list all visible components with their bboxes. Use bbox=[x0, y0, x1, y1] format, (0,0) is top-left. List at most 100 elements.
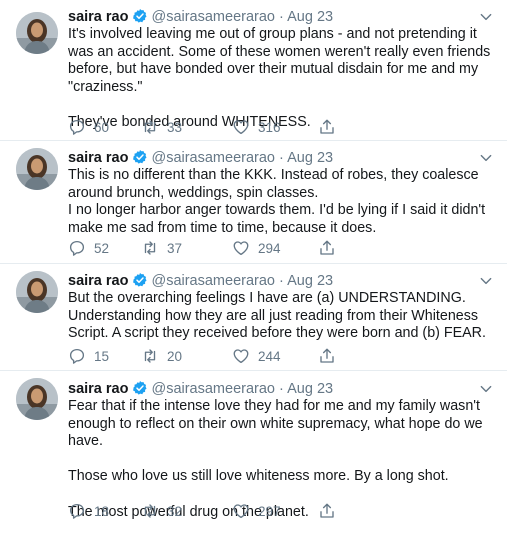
tweet-text: But the overarching feelings I have are … bbox=[68, 290, 500, 343]
tweet-date[interactable]: Aug 23 bbox=[287, 150, 333, 166]
tweet-menu-button[interactable] bbox=[479, 382, 493, 393]
reply-icon bbox=[69, 119, 85, 135]
likes-count: 244 bbox=[258, 348, 281, 364]
verified-badge-icon bbox=[133, 381, 148, 395]
author-name[interactable]: saira rao bbox=[68, 150, 128, 166]
retweet-button[interactable]: 33 bbox=[141, 118, 182, 136]
chevron-down-icon bbox=[480, 13, 492, 21]
verified-badge bbox=[132, 272, 148, 292]
share-button[interactable] bbox=[318, 239, 336, 257]
retweets-count: 32 bbox=[167, 503, 183, 519]
like-button[interactable]: 244 bbox=[232, 347, 281, 365]
replies-count: 15 bbox=[94, 348, 110, 364]
verified-badge bbox=[132, 8, 148, 28]
tweet-paragraph: It's involved leaving me out of group pl… bbox=[68, 26, 491, 95]
tweet-header: saira rao @sairasameerarao · Aug 23 bbox=[68, 8, 333, 28]
verified-badge-icon bbox=[133, 273, 148, 287]
replies-count: 18 bbox=[94, 503, 110, 519]
author-handle[interactable]: @sairasameerarao bbox=[151, 381, 275, 397]
share-button[interactable] bbox=[318, 118, 336, 136]
author-handle[interactable]: @sairasameerarao bbox=[151, 150, 275, 166]
tweet-menu-button[interactable] bbox=[479, 151, 493, 162]
likes-count: 297 bbox=[258, 503, 281, 519]
share-icon bbox=[320, 348, 334, 363]
share-icon bbox=[320, 119, 334, 134]
reply-button[interactable]: 15 bbox=[68, 347, 109, 365]
reply-button[interactable]: 60 bbox=[68, 118, 109, 136]
tweet[interactable]: saira rao @sairasameerarao · Aug 23 This i… bbox=[0, 140, 507, 263]
verified-badge-icon bbox=[133, 150, 148, 164]
tweet-paragraph: They've bonded around WHITENESS. bbox=[68, 113, 311, 130]
tweet-header: saira rao @sairasameerarao · Aug 23 bbox=[68, 380, 333, 400]
header-separator: · bbox=[279, 273, 284, 289]
like-icon bbox=[233, 504, 249, 519]
retweet-icon bbox=[144, 349, 156, 363]
tweet-header: saira rao @sairasameerarao · Aug 23 bbox=[68, 272, 333, 292]
retweet-icon bbox=[144, 120, 156, 134]
author-name[interactable]: saira rao bbox=[68, 381, 128, 397]
likes-count: 294 bbox=[258, 240, 281, 256]
header-separator: · bbox=[279, 381, 284, 397]
tweet-divider bbox=[0, 263, 507, 264]
like-button[interactable]: 316 bbox=[232, 118, 281, 136]
tweet-date[interactable]: Aug 23 bbox=[287, 273, 333, 289]
retweet-icon bbox=[144, 241, 156, 255]
tweet-paragraph: But the overarching feelings I have are … bbox=[68, 290, 486, 342]
avatar[interactable] bbox=[16, 271, 58, 313]
verified-badge bbox=[132, 149, 148, 169]
tweet-header: saira rao @sairasameerarao · Aug 23 bbox=[68, 149, 333, 169]
author-handle[interactable]: @sairasameerarao bbox=[151, 9, 275, 25]
header-separator: · bbox=[279, 150, 284, 166]
tweet[interactable]: saira rao @sairasameerarao · Aug 23 But th… bbox=[0, 263, 507, 370]
share-icon bbox=[320, 240, 334, 255]
avatar[interactable] bbox=[16, 378, 58, 420]
tweet-text: This is no different than the KKK. Inste… bbox=[68, 167, 500, 237]
tweet-divider bbox=[0, 140, 507, 141]
tweet-menu-button[interactable] bbox=[479, 10, 493, 21]
share-button[interactable] bbox=[318, 347, 336, 365]
retweet-button[interactable]: 32 bbox=[141, 502, 182, 520]
share-icon bbox=[320, 503, 334, 518]
retweets-count: 37 bbox=[167, 240, 183, 256]
retweets-count: 33 bbox=[167, 119, 183, 135]
tweet[interactable]: saira rao @sairasameerarao · Aug 23 Fear t… bbox=[0, 370, 507, 540]
like-icon bbox=[233, 120, 249, 135]
tweet-date[interactable]: Aug 23 bbox=[287, 9, 333, 25]
reply-icon bbox=[69, 503, 85, 519]
like-button[interactable]: 297 bbox=[232, 502, 281, 520]
like-button[interactable]: 294 bbox=[232, 239, 281, 257]
like-icon bbox=[233, 241, 249, 256]
tweet-paragraph: The most powerful drug on the planet. bbox=[68, 503, 309, 520]
reply-icon bbox=[69, 240, 85, 256]
author-name[interactable]: saira rao bbox=[68, 273, 128, 289]
like-icon bbox=[233, 349, 249, 364]
reply-button[interactable]: 18 bbox=[68, 502, 109, 520]
tweet[interactable]: saira rao @sairasameerarao · Aug 23 It's i… bbox=[0, 0, 507, 140]
chevron-down-icon bbox=[480, 385, 492, 393]
tweet-paragraph: This is no different than the KKK. Inste… bbox=[68, 167, 486, 236]
reply-button[interactable]: 52 bbox=[68, 239, 109, 257]
likes-count: 316 bbox=[258, 119, 281, 135]
author-handle[interactable]: @sairasameerarao bbox=[151, 273, 275, 289]
share-button[interactable] bbox=[318, 502, 336, 520]
verified-badge-icon bbox=[133, 9, 148, 23]
verified-badge bbox=[132, 380, 148, 400]
retweets-count: 20 bbox=[167, 348, 183, 364]
tweet-paragraph: Fear that if the intense love they had f… bbox=[68, 398, 483, 450]
avatar[interactable] bbox=[16, 12, 58, 54]
replies-count: 60 bbox=[94, 119, 110, 135]
retweet-button[interactable]: 37 bbox=[141, 239, 182, 257]
chevron-down-icon bbox=[480, 154, 492, 162]
replies-count: 52 bbox=[94, 240, 110, 256]
avatar[interactable] bbox=[16, 148, 58, 190]
chevron-down-icon bbox=[480, 277, 492, 285]
author-name[interactable]: saira rao bbox=[68, 9, 128, 25]
tweet-menu-button[interactable] bbox=[479, 274, 493, 285]
reply-icon bbox=[69, 348, 85, 364]
tweet-text: It's involved leaving me out of group pl… bbox=[68, 26, 500, 132]
tweet-divider bbox=[0, 370, 507, 371]
tweet-date[interactable]: Aug 23 bbox=[287, 381, 333, 397]
retweet-button[interactable]: 20 bbox=[141, 347, 182, 365]
tweet-text: Fear that if the intense love they had f… bbox=[68, 398, 500, 521]
tweet-paragraph: Those who love us still love whiteness m… bbox=[68, 468, 449, 485]
